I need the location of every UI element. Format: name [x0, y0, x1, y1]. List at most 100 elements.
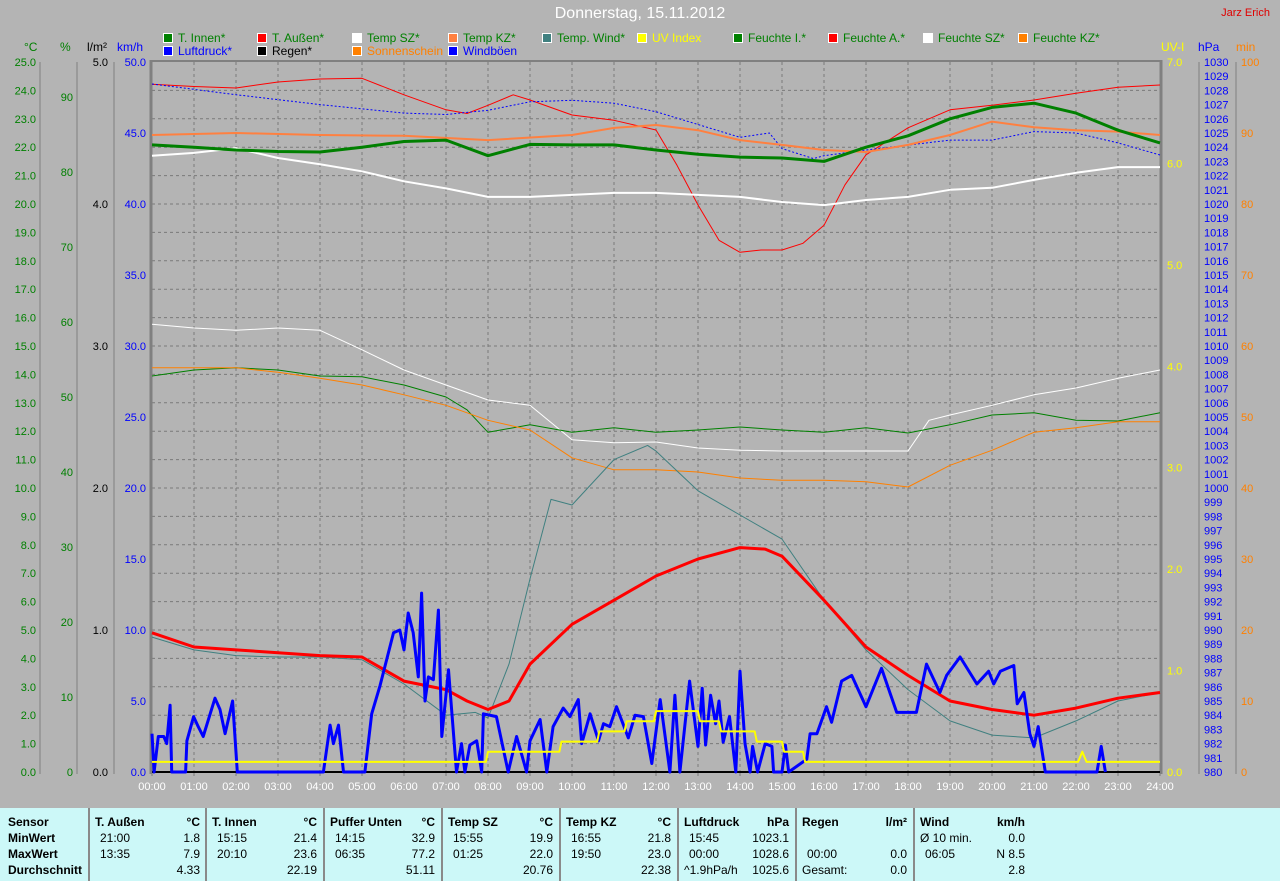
- x-tick-label: 12:00: [642, 781, 670, 793]
- legend-label: T. Innen*: [178, 31, 226, 45]
- stats-column-header: Regen: [802, 815, 839, 829]
- temp-tick-label: 9.0: [21, 511, 36, 523]
- stats-column-unit: °C: [303, 815, 317, 829]
- stats-column-header: T. Innen: [212, 815, 257, 829]
- stats-column-unit: °C: [539, 815, 553, 829]
- legend-swatch: [163, 33, 173, 43]
- series-windb-en: [150, 591, 1107, 774]
- press-tick-label: 1011: [1204, 327, 1228, 339]
- stats-cell-time: 15:15: [217, 831, 248, 845]
- stats-cell-value: 22.38: [640, 863, 671, 877]
- stats-column-separator: [441, 808, 443, 881]
- stats-cell-value: 1023.1: [752, 831, 789, 845]
- stats-cell-value: N 8.5: [996, 847, 1025, 861]
- x-tick-label: 24:00: [1146, 781, 1174, 793]
- stats-cell-time: 00:00: [807, 847, 838, 861]
- legend-swatch: [1018, 33, 1028, 43]
- uv-tick-label: 4.0: [1167, 361, 1182, 373]
- press-tick-label: 1015: [1204, 270, 1228, 282]
- x-tick-label: 13:00: [684, 781, 712, 793]
- stats-row-label: MaxWert: [8, 847, 58, 861]
- legend-item: T. Innen*: [163, 31, 225, 45]
- legend-item: Temp KZ*: [448, 31, 516, 45]
- legend-label: Feuchte A.*: [843, 31, 906, 45]
- press-tick-label: 1006: [1204, 398, 1228, 410]
- legend-item: UV Index: [637, 31, 701, 45]
- legend-label: Feuchte I.*: [748, 31, 807, 45]
- press-tick-label: 982: [1204, 739, 1222, 751]
- stats-cell-time: 16:55: [571, 831, 602, 845]
- stats-column-unit: hPa: [766, 815, 789, 829]
- stats-cell-time: 13:35: [100, 847, 131, 861]
- legend-item: Temp. Wind*: [542, 31, 625, 45]
- sun-tick-label: 10: [1241, 696, 1253, 708]
- stats-column-unit: °C: [421, 815, 435, 829]
- x-tick-label: 15:00: [768, 781, 796, 793]
- temp-tick-label: 23.0: [15, 114, 36, 126]
- sun-tick-label: 90: [1241, 128, 1253, 140]
- stats-column-header: Wind: [920, 815, 950, 829]
- hum-tick-label: 0: [67, 767, 73, 779]
- sun-tick-label: 100: [1241, 57, 1259, 69]
- legend-swatch: [257, 46, 267, 56]
- stats-cell-value: 7.9: [183, 847, 200, 861]
- legend-item: Feuchte KZ*: [1018, 31, 1100, 45]
- x-tick-label: 11:00: [601, 781, 628, 793]
- hum-tick-label: 70: [61, 242, 73, 254]
- stats-cell-time: 06:35: [335, 847, 366, 861]
- temp-tick-label: 8.0: [21, 540, 36, 552]
- temp-tick-label: 13.0: [15, 398, 36, 410]
- legend-label: Feuchte SZ*: [938, 31, 1005, 45]
- legend-item: Sonnenschein: [352, 44, 443, 58]
- legend-item: Feuchte I.*: [733, 31, 806, 45]
- stats-cell-value: 1028.6: [752, 847, 789, 861]
- legend-label: Feuchte KZ*: [1033, 31, 1100, 45]
- sun-tick-label: 20: [1241, 625, 1253, 637]
- press-tick-label: 1012: [1204, 313, 1228, 325]
- legend-label: Temp KZ*: [463, 31, 516, 45]
- temp-tick-label: 15.0: [15, 341, 36, 353]
- temp-tick-label: 21.0: [15, 171, 36, 183]
- temp-tick-label: 19.0: [15, 227, 36, 239]
- sun-tick-label: 0: [1241, 767, 1247, 779]
- stats-cell-time: 00:00: [689, 847, 720, 861]
- legend-label: Windböen: [463, 44, 518, 58]
- x-tick-label: 04:00: [306, 781, 334, 793]
- press-tick-label: 989: [1204, 639, 1222, 651]
- temp-tick-label: 20.0: [15, 199, 36, 211]
- stats-cell-value: 23.6: [293, 847, 317, 861]
- temp-tick-label: 7.0: [21, 568, 36, 580]
- temp-tick-label: 0.0: [21, 767, 36, 779]
- wind-tick-label: 40.0: [125, 199, 146, 211]
- stats-cell-time: 01:25: [453, 847, 484, 861]
- press-tick-label: 1013: [1204, 298, 1228, 310]
- uv-tick-label: 7.0: [1167, 57, 1182, 69]
- x-tick-label: 03:00: [264, 781, 292, 793]
- press-tick-label: 1000: [1204, 483, 1228, 495]
- chart-title: Donnerstag, 15.11.2012: [554, 5, 726, 22]
- legend-swatch: [637, 33, 647, 43]
- stats-cell-value: 0.0: [890, 863, 907, 877]
- press-tick-label: 1025: [1204, 128, 1228, 140]
- stats-cell-time: 06:05: [925, 847, 956, 861]
- press-tick-label: 1020: [1204, 199, 1228, 211]
- legend-label: Regen*: [272, 44, 313, 58]
- temp-tick-label: 2.0: [21, 710, 36, 722]
- stats-cell-value: 19.9: [529, 831, 553, 845]
- legend-label: Temp. Wind*: [557, 31, 626, 45]
- press-tick-label: 1027: [1204, 100, 1228, 112]
- stats-cell-value: 2.8: [1008, 863, 1025, 877]
- temp-tick-label: 11.0: [15, 455, 36, 467]
- stats-row-label: Durchschnitt: [8, 863, 83, 877]
- stats-row-label: Sensor: [8, 815, 49, 829]
- temp-tick-label: 14.0: [15, 369, 36, 381]
- x-tick-label: 02:00: [222, 781, 250, 793]
- stats-cell-time: 19:50: [571, 847, 602, 861]
- stats-cell-value: 51.11: [405, 863, 435, 877]
- stats-column-unit: km/h: [996, 815, 1025, 829]
- press-tick-label: 1024: [1204, 142, 1228, 154]
- temp-tick-label: 1.0: [21, 739, 36, 751]
- stats-cell-value: 20.76: [522, 863, 553, 877]
- rain-axis-unit: l/m²: [87, 40, 107, 54]
- legend-item: Temp SZ*: [352, 31, 420, 45]
